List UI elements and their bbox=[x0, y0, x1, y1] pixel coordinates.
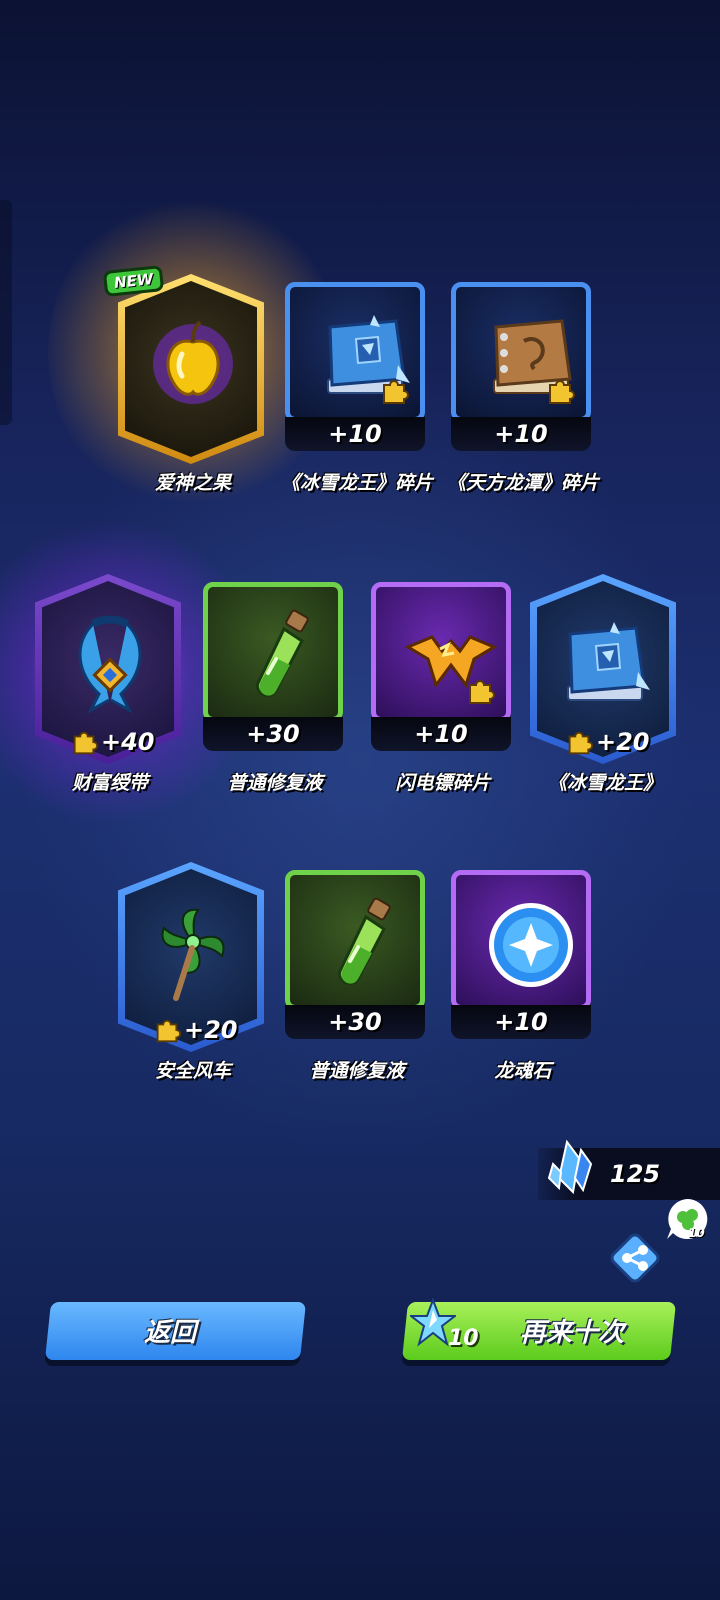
item-quantity: +40 bbox=[101, 728, 155, 756]
card-frame bbox=[371, 582, 511, 722]
draw-cost: 10 bbox=[448, 1326, 479, 1351]
reward-item[interactable]: +20 《冰雪龙王》 bbox=[530, 574, 680, 817]
reward-item[interactable]: +30 普通修复液 bbox=[200, 582, 350, 817]
puzzle-piece-icon bbox=[464, 675, 496, 707]
card-frame bbox=[203, 582, 343, 722]
card-frame bbox=[451, 282, 591, 422]
item-name: 《天方龙潭》碎片 bbox=[446, 472, 599, 494]
hex-frame bbox=[118, 274, 264, 464]
item-quantity-bar: +30 bbox=[203, 717, 343, 751]
card-frame bbox=[451, 870, 591, 1010]
item-quantity-bar: +10 bbox=[451, 1005, 591, 1039]
reward-item[interactable]: +10 《冰雪龙王》碎片 bbox=[281, 282, 433, 517]
crystal-count: 125 bbox=[610, 1160, 661, 1188]
item-quantity: +10 bbox=[494, 1008, 548, 1036]
reward-item[interactable]: +40 财富绶带 bbox=[0, 512, 255, 832]
item-quantity: +10 bbox=[414, 720, 468, 748]
blue-crystal-icon bbox=[547, 1139, 593, 1195]
item-name: 普通修复液 bbox=[309, 1060, 405, 1082]
puzzle-piece-icon bbox=[564, 727, 594, 757]
ice-dragon-book-icon bbox=[558, 614, 652, 714]
item-quantity-bar: +10 bbox=[285, 417, 425, 451]
item-quantity: +10 bbox=[494, 420, 548, 448]
card-frame bbox=[285, 870, 425, 1010]
puzzle-piece-icon bbox=[152, 1015, 182, 1045]
item-name: 普通修复液 bbox=[227, 772, 323, 794]
puzzle-piece-icon bbox=[544, 375, 576, 407]
green-potion-icon bbox=[318, 895, 412, 995]
clover-count: 10 bbox=[688, 1226, 705, 1240]
item-quantity: +30 bbox=[328, 1008, 382, 1036]
item-name: 安全风车 bbox=[154, 1060, 231, 1082]
item-quantity-bar: +10 bbox=[371, 717, 511, 751]
item-quantity: +30 bbox=[246, 720, 300, 748]
item-name: 《冰雪龙王》 bbox=[547, 772, 662, 794]
item-name: 《冰雪龙王》碎片 bbox=[280, 472, 433, 494]
pinwheel-icon bbox=[146, 902, 240, 1002]
wealth-ribbon-icon bbox=[63, 614, 157, 714]
reward-item[interactable]: +10 龙魂石 bbox=[448, 870, 598, 1105]
side-pull-tab[interactable] bbox=[0, 200, 12, 425]
share-icon[interactable] bbox=[605, 1228, 665, 1288]
item-quantity: +20 bbox=[596, 728, 650, 756]
item-name: 财富绶带 bbox=[71, 772, 148, 794]
reward-item[interactable]: +30 普通修复液 bbox=[282, 870, 432, 1105]
puzzle-piece-icon bbox=[378, 375, 410, 407]
dragon-soul-orb-icon bbox=[484, 895, 578, 995]
item-quantity: +10 bbox=[328, 420, 382, 448]
item-name: 爱神之果 bbox=[154, 472, 231, 494]
item-quantity-bar: +30 bbox=[285, 1005, 425, 1039]
green-potion-icon bbox=[236, 607, 330, 707]
reward-item[interactable]: NEW 爱神之果 bbox=[48, 192, 338, 517]
item-quantity-group: +20 bbox=[152, 1015, 238, 1045]
golden-apple-icon bbox=[146, 314, 240, 414]
reward-item[interactable]: +10 闪电镖碎片 bbox=[368, 582, 518, 817]
back-button-label: 返回 bbox=[144, 1318, 197, 1348]
reward-item[interactable]: +20 安全风车 bbox=[118, 862, 268, 1105]
card-frame bbox=[285, 282, 425, 422]
item-quantity-group: +20 bbox=[564, 727, 650, 757]
reward-item[interactable]: +10 《天方龙潭》碎片 bbox=[447, 282, 599, 517]
item-quantity-bar: +10 bbox=[451, 417, 591, 451]
draw-ten-again-label: 再来十次 bbox=[520, 1318, 625, 1348]
item-name: 龙魂石 bbox=[494, 1060, 552, 1082]
item-quantity: +20 bbox=[184, 1016, 238, 1044]
item-quantity-group: +40 bbox=[69, 727, 155, 757]
puzzle-piece-icon bbox=[69, 727, 99, 757]
